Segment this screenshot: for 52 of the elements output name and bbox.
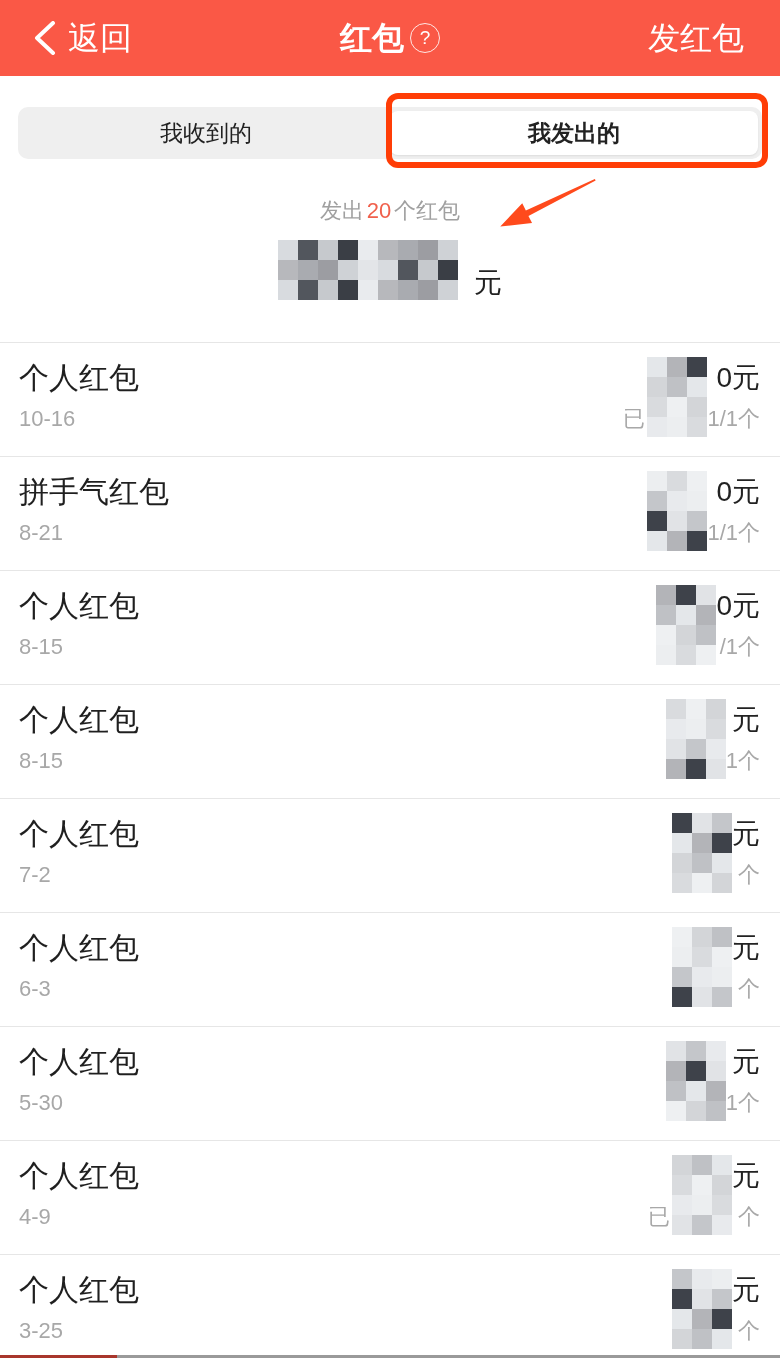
packet-status: 已 — [623, 405, 646, 433]
packet-amount: 元 — [732, 703, 760, 737]
packet-type: 拼手气红包 — [19, 474, 169, 510]
packet-count: 1个 — [725, 1089, 760, 1117]
packet-count: 个 — [738, 1203, 760, 1231]
packet-count: 1/1个 — [707, 519, 760, 547]
packet-count: 个 — [738, 861, 760, 889]
packet-date: 3-25 — [19, 1317, 65, 1345]
currency-unit: 元 — [474, 266, 502, 300]
packet-date: 8-21 — [19, 519, 65, 547]
packet-row[interactable]: 个人红包 10-16 已 0元 1/1个 — [0, 342, 780, 456]
packet-amount: 元 — [732, 1159, 760, 1193]
packet-type: 个人红包 — [19, 588, 139, 624]
packet-count: 个 — [738, 1317, 760, 1345]
packet-row[interactable]: 个人红包 6-3 元 个 — [0, 912, 780, 1026]
packet-amount: 0元 — [716, 589, 760, 623]
packet-type: 个人红包 — [19, 1272, 139, 1308]
packet-row[interactable]: 拼手气红包 8-21 0元 1/1个 — [0, 456, 780, 570]
packet-date: 8-15 — [19, 747, 65, 775]
packet-amount: 元 — [732, 817, 760, 851]
packet-row[interactable]: 个人红包 4-9 已 元 个 — [0, 1140, 780, 1254]
packet-type: 个人红包 — [19, 816, 139, 852]
packet-row[interactable]: 个人红包 5-30 元 1个 — [0, 1026, 780, 1140]
packet-amount: 0元 — [716, 475, 760, 509]
packet-row[interactable]: 个人红包 8-15 元 1个 — [0, 684, 780, 798]
packet-count: 1/1个 — [707, 405, 760, 433]
packet-count: 1个 — [725, 747, 760, 775]
back-chevron-icon — [34, 21, 56, 55]
packet-row[interactable]: 个人红包 7-2 元 个 — [0, 798, 780, 912]
tab[interactable]: 我发出的 — [390, 111, 758, 155]
packet-count: /1个 — [719, 633, 760, 661]
sent-count-text: 发出 20个红包 — [319, 197, 461, 225]
page-title: 红包 — [340, 19, 404, 58]
packet-amount: 元 — [732, 1273, 760, 1307]
packet-date: 4-9 — [19, 1203, 52, 1231]
packet-type: 个人红包 — [19, 702, 139, 738]
packet-date: 5-30 — [19, 1089, 65, 1117]
packet-type: 个人红包 — [19, 1158, 139, 1194]
packet-type: 个人红包 — [19, 360, 139, 396]
packet-row[interactable]: 个人红包 8-15 0元 /1个 — [0, 570, 780, 684]
packet-amount: 0元 — [716, 361, 760, 395]
packet-date: 6-3 — [19, 975, 52, 1003]
packet-count: 个 — [738, 975, 760, 1003]
packet-date: 7-2 — [19, 861, 52, 889]
tab[interactable]: 我收到的 — [22, 111, 390, 155]
packet-status: 已 — [648, 1203, 670, 1231]
packet-type: 个人红包 — [19, 930, 139, 966]
packet-date: 8-15 — [19, 633, 65, 661]
packet-amount: 元 — [732, 931, 760, 965]
packet-date: 10-16 — [19, 405, 77, 433]
packet-amount: 元 — [732, 1045, 760, 1079]
packet-type: 个人红包 — [19, 1044, 139, 1080]
